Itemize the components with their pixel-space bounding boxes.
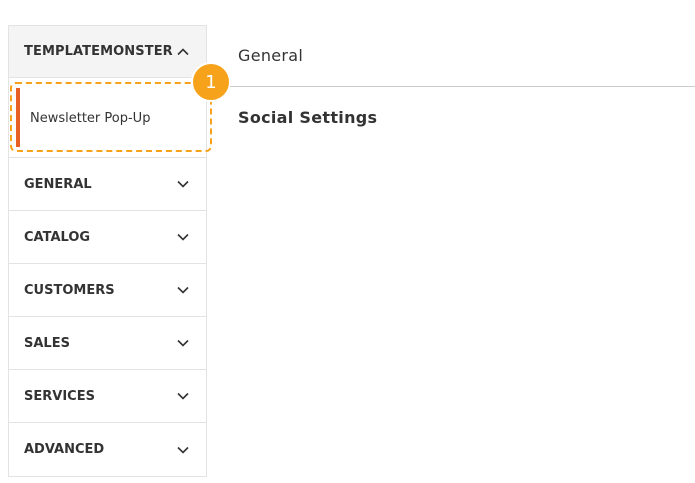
chevron-up-icon bbox=[177, 47, 189, 55]
sidebar-section-label: SERVICES bbox=[24, 388, 95, 404]
sidebar-section-label: SALES bbox=[24, 335, 70, 351]
sidebar-section-label: ADVANCED bbox=[24, 442, 105, 457]
sidebar-section-general[interactable]: GENERAL bbox=[9, 158, 206, 211]
section-heading-social-settings[interactable]: Social Settings bbox=[238, 108, 377, 127]
chevron-down-icon bbox=[177, 286, 189, 294]
chevron-down-icon bbox=[177, 233, 189, 241]
chevron-down-icon bbox=[177, 446, 189, 454]
sidebar-group-templatemonster[interactable]: TEMPLATEMONSTER bbox=[9, 26, 206, 78]
config-sidebar: TEMPLATEMONSTER Newsletter Pop-Up GENERA… bbox=[8, 25, 207, 477]
sidebar-section-label: CUSTOMERS bbox=[24, 282, 115, 298]
chevron-down-icon bbox=[177, 339, 189, 347]
sidebar-section-services[interactable]: SERVICES bbox=[9, 370, 206, 423]
sidebar-section-label: CATALOG bbox=[24, 229, 91, 245]
sidebar-section-label: GENERAL bbox=[24, 176, 92, 192]
callout-number-badge: 1 bbox=[191, 62, 231, 102]
sidebar-section-sales[interactable]: SALES bbox=[9, 317, 206, 370]
sidebar-section-catalog[interactable]: CATALOG bbox=[9, 211, 206, 264]
sidebar-group-label: TEMPLATEMONSTER bbox=[24, 44, 173, 59]
chevron-down-icon bbox=[177, 180, 189, 188]
active-item-indicator bbox=[16, 88, 20, 147]
chevron-down-icon bbox=[177, 392, 189, 400]
sidebar-item-newsletter-popup[interactable]: Newsletter Pop-Up bbox=[9, 78, 206, 158]
title-divider bbox=[230, 86, 695, 87]
page-title: General bbox=[238, 46, 304, 65]
sidebar-item-label: Newsletter Pop-Up bbox=[30, 111, 151, 126]
sidebar-section-advanced[interactable]: ADVANCED bbox=[9, 423, 206, 476]
sidebar-section-customers[interactable]: CUSTOMERS bbox=[9, 264, 206, 317]
